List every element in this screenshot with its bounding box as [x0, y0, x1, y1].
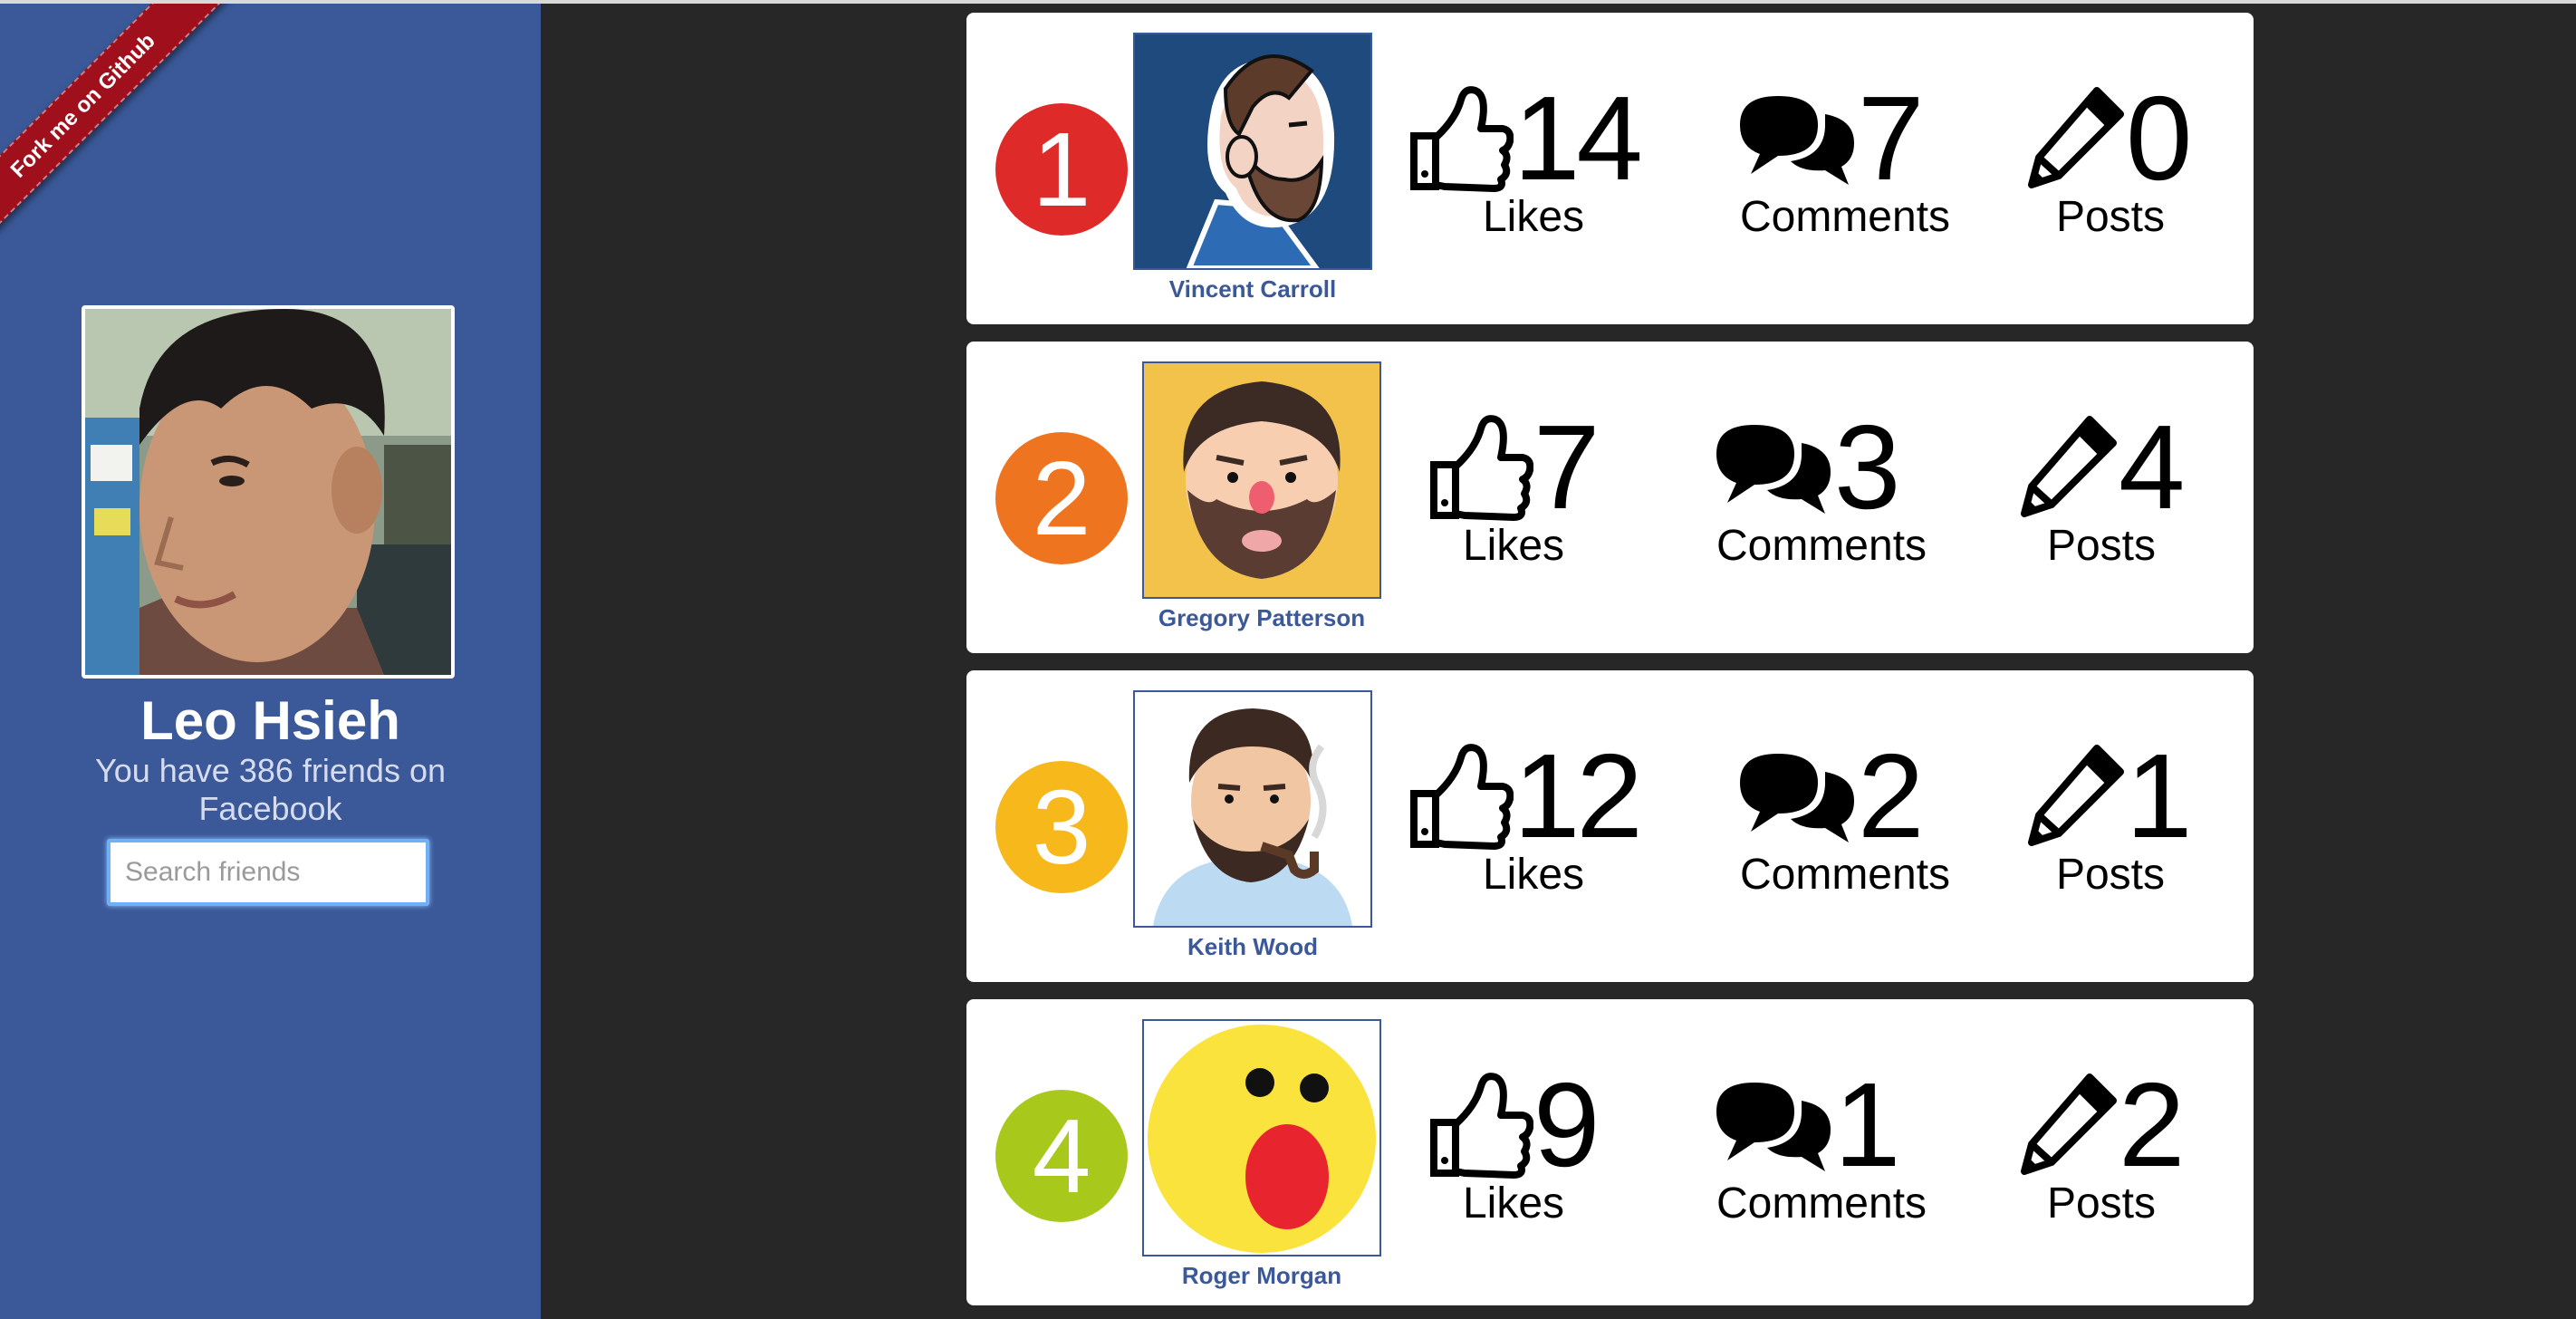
likes-count: 9 — [1533, 1058, 1600, 1191]
comments-label: Comments — [1739, 193, 1951, 241]
thumbs-up-icon — [1410, 86, 1514, 192]
friend-avatar[interactable] — [1142, 361, 1381, 599]
rank-badge: 3 — [995, 761, 1128, 893]
comments-count: 3 — [1834, 400, 1900, 534]
friend-name[interactable]: Keith Wood — [1108, 933, 1398, 960]
likes-stat: 12 Likes — [1408, 729, 1680, 940]
friend-avatar[interactable] — [1133, 690, 1372, 928]
friend-name[interactable]: Gregory Patterson — [1117, 604, 1407, 631]
comments-count: 1 — [1834, 1058, 1900, 1191]
comments-label: Comments — [1716, 1179, 1927, 1228]
sidebar: Fork me on Github Leo Hsieh You have 386… — [0, 4, 541, 1319]
comments-stat: 2 Comments — [1738, 729, 1974, 940]
friend-card: 2 Gregory Patterson 7 Likes 3 Comments 4… — [966, 342, 2254, 653]
posts-count: 4 — [2119, 400, 2185, 534]
pencil-icon — [2021, 416, 2117, 517]
comments-icon — [1716, 425, 1831, 514]
comments-icon — [1740, 754, 1854, 842]
posts-label: Posts — [2055, 851, 2166, 899]
likes-stat: 14 Likes — [1408, 72, 1680, 283]
rank-badge: 4 — [995, 1090, 1128, 1222]
comments-label: Comments — [1716, 522, 1927, 570]
rank-badge: 1 — [995, 103, 1128, 236]
comments-count: 2 — [1858, 729, 1924, 862]
pencil-icon — [2028, 87, 2124, 188]
friend-card: 4 Roger Morgan 9 Likes 1 Comments 2 Post… — [966, 999, 2254, 1305]
comments-count: 7 — [1858, 72, 1924, 205]
likes-count: 7 — [1533, 400, 1600, 534]
profile-photo — [82, 305, 455, 679]
friend-card: 1 Vincent Carroll 14 Likes 7 Comments 0 … — [966, 13, 2254, 324]
pencil-icon — [2021, 1073, 2117, 1175]
thumbs-up-icon — [1430, 415, 1533, 521]
rank-badge: 2 — [995, 432, 1128, 564]
likes-count: 14 — [1514, 72, 1643, 205]
posts-label: Posts — [2046, 1179, 2157, 1228]
likes-label: Likes — [1482, 193, 1585, 241]
posts-label: Posts — [2055, 193, 2166, 241]
comments-stat: 7 Comments — [1738, 72, 1974, 283]
posts-count: 0 — [2126, 72, 2192, 205]
fork-on-github-ribbon[interactable]: Fork me on Github — [0, 4, 235, 258]
likes-stat: 7 Likes — [1428, 400, 1664, 611]
thumbs-up-icon — [1430, 1073, 1533, 1179]
thumbs-up-icon — [1410, 744, 1514, 850]
friends-count-text: You have 386 friends on Facebook — [95, 752, 446, 827]
likes-label: Likes — [1482, 851, 1585, 899]
posts-stat: 1 Posts — [2026, 729, 2225, 940]
comments-icon — [1716, 1083, 1831, 1171]
profile-name: Leo Hsieh — [140, 690, 400, 751]
posts-stat: 2 Posts — [2019, 1058, 2218, 1269]
likes-stat: 9 Likes — [1428, 1058, 1664, 1269]
likes-label: Likes — [1462, 1179, 1565, 1228]
likes-count: 12 — [1514, 729, 1643, 862]
posts-label: Posts — [2046, 522, 2157, 570]
comments-icon — [1740, 96, 1854, 185]
posts-count: 2 — [2119, 1058, 2185, 1191]
friend-avatar[interactable] — [1142, 1019, 1381, 1256]
comments-label: Comments — [1739, 851, 1951, 899]
friend-avatar[interactable] — [1133, 33, 1372, 270]
comments-stat: 1 Comments — [1715, 1058, 1950, 1269]
fork-ribbon-container: Fork me on Github — [0, 4, 263, 266]
posts-count: 1 — [2126, 729, 2192, 862]
search-friends-input[interactable] — [107, 839, 429, 906]
friend-card: 3 Keith Wood 12 Likes 2 Comments 1 Posts — [966, 670, 2254, 982]
friend-name[interactable]: Roger Morgan — [1117, 1262, 1407, 1289]
likes-label: Likes — [1462, 522, 1565, 570]
posts-stat: 4 Posts — [2019, 400, 2218, 611]
posts-stat: 0 Posts — [2026, 72, 2225, 283]
pencil-icon — [2028, 745, 2124, 846]
comments-stat: 3 Comments — [1715, 400, 1950, 611]
friend-name[interactable]: Vincent Carroll — [1108, 275, 1398, 303]
